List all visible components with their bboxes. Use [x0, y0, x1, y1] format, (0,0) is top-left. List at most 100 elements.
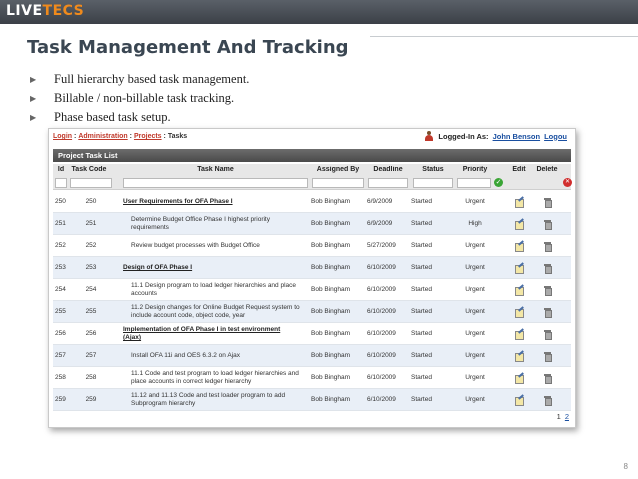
- filter-priority-input[interactable]: [457, 178, 491, 188]
- cell-task-name[interactable]: Implementation of OFA Phase I in test en…: [123, 323, 288, 345]
- delete-button[interactable]: [531, 235, 563, 257]
- edit-button[interactable]: [508, 235, 530, 257]
- cell-task-name[interactable]: Review budget processes with Budget Offi…: [131, 235, 306, 257]
- delete-button[interactable]: [531, 257, 563, 279]
- cell-deadline: 6/10/2009: [367, 286, 396, 293]
- apply-filter-check-icon[interactable]: ✓: [494, 178, 503, 187]
- edit-button[interactable]: [508, 279, 530, 301]
- pagination: 1 2: [557, 412, 569, 421]
- table-title: Project Task List: [53, 149, 571, 162]
- filter-id-input[interactable]: [55, 178, 67, 188]
- edit-icon: [514, 264, 524, 274]
- cell-task-name[interactable]: 11.2 Design changes for Online Budget Re…: [131, 301, 309, 323]
- column-header-id[interactable]: Id: [53, 166, 69, 173]
- cell-status: Started: [411, 330, 432, 337]
- edit-button[interactable]: [508, 257, 530, 279]
- cell-id: 253: [55, 264, 66, 271]
- edit-icon: [514, 308, 524, 318]
- cell-task-name[interactable]: Install OFA 11i and OES 6.3.2 on Ajax: [131, 345, 306, 367]
- edit-icon: [514, 242, 524, 252]
- breadcrumb-projects-link[interactable]: Projects: [134, 133, 162, 140]
- cell-priority: Urgent: [465, 330, 485, 337]
- bullet-arrow-icon: ▶: [30, 75, 37, 84]
- edit-button[interactable]: [508, 389, 530, 411]
- cell-assigned-by: Bob Bingham: [311, 374, 351, 381]
- cell-deadline: 6/9/2009: [367, 198, 393, 205]
- table-row: 253 253 Design of OFA Phase I Bob Bingha…: [53, 257, 571, 279]
- edit-button[interactable]: [508, 301, 530, 323]
- filter-deadline-input[interactable]: [368, 178, 408, 188]
- cell-task-code: 250: [85, 198, 97, 205]
- bullet-arrow-icon: ▶: [30, 113, 37, 122]
- cell-status: Started: [411, 242, 432, 249]
- filter-task-code-input[interactable]: [70, 178, 112, 188]
- cell-task-name[interactable]: 11.12 and 11.13 Code and test loader pro…: [131, 389, 306, 411]
- cell-id: 259: [55, 396, 66, 403]
- delete-button[interactable]: [531, 389, 563, 411]
- cell-priority: Urgent: [465, 374, 485, 381]
- cell-task-name[interactable]: 11.1 Design program to load ledger hiera…: [131, 279, 306, 301]
- cell-deadline: 6/9/2009: [367, 220, 393, 227]
- column-header-task-name[interactable]: Task Name: [123, 166, 308, 173]
- edit-button[interactable]: [508, 213, 530, 235]
- delete-button[interactable]: [531, 367, 563, 389]
- column-header-status[interactable]: Status: [411, 166, 455, 173]
- cell-status: Started: [411, 396, 432, 403]
- edit-button[interactable]: [508, 367, 530, 389]
- cell-assigned-by: Bob Bingham: [311, 352, 351, 359]
- edit-button[interactable]: [508, 323, 530, 345]
- logged-in-label: Logged-In As:: [438, 131, 489, 141]
- edit-button[interactable]: [508, 191, 530, 213]
- breadcrumb-login-link[interactable]: Login: [53, 133, 72, 140]
- clear-filter-x-icon[interactable]: ✕: [563, 178, 572, 187]
- column-header-assigned-by[interactable]: Assigned By: [311, 166, 365, 173]
- cell-id: 256: [55, 330, 66, 337]
- edit-icon: [514, 330, 524, 340]
- trash-icon: [543, 352, 552, 362]
- table-row: 252 252 Review budget processes with Bud…: [53, 235, 571, 257]
- cell-priority: Urgent: [465, 242, 485, 249]
- cell-priority: Urgent: [465, 286, 485, 293]
- cell-task-name[interactable]: Design of OFA Phase I: [123, 257, 308, 279]
- delete-button[interactable]: [531, 213, 563, 235]
- filter-assigned-by-input[interactable]: [312, 178, 364, 188]
- column-header-priority[interactable]: Priority: [455, 166, 495, 173]
- cell-priority: Urgent: [465, 264, 485, 271]
- delete-button[interactable]: [531, 279, 563, 301]
- delete-button[interactable]: [531, 191, 563, 213]
- table-row: 251 251 Determine Budget Office Phase I …: [53, 213, 571, 235]
- edit-button[interactable]: [508, 345, 530, 367]
- cell-task-name[interactable]: 11.1 Code and test program to load ledge…: [131, 367, 309, 389]
- table-row: 257 257 Install OFA 11i and OES 6.3.2 on…: [53, 345, 571, 367]
- table-row: 259 259 11.12 and 11.13 Code and test lo…: [53, 389, 571, 411]
- user-name-link[interactable]: John Benson: [493, 132, 541, 141]
- bullet-item: ▶ Full hierarchy based task management.: [30, 70, 249, 89]
- cell-deadline: 5/27/2009: [367, 242, 396, 249]
- delete-button[interactable]: [531, 323, 563, 345]
- breadcrumb-administration-link[interactable]: Administration: [78, 133, 127, 140]
- cell-task-name[interactable]: Determine Budget Office Phase I highest …: [131, 213, 306, 235]
- table-row: 250 250 User Requirements for OFA Phase …: [53, 191, 571, 213]
- filter-status-input[interactable]: [413, 178, 453, 188]
- title-divider: [370, 36, 638, 37]
- cell-task-code: 251: [85, 220, 97, 227]
- edit-icon: [514, 352, 524, 362]
- filter-task-name-input[interactable]: [123, 178, 308, 188]
- cell-status: Started: [411, 198, 432, 205]
- cell-task-code: 257: [85, 352, 97, 359]
- cell-task-code: 254: [85, 286, 97, 293]
- cell-task-code: 256: [85, 330, 97, 337]
- login-status: Logged-In As: John Benson Logou: [424, 131, 571, 141]
- trash-icon: [543, 264, 552, 274]
- cell-task-code: 255: [85, 308, 97, 315]
- logout-link[interactable]: Logou: [544, 132, 567, 141]
- cell-task-name[interactable]: User Requirements for OFA Phase I: [123, 191, 308, 213]
- page-2-link[interactable]: 2: [565, 412, 569, 421]
- delete-button[interactable]: [531, 301, 563, 323]
- table-row: 254 254 11.1 Design program to load ledg…: [53, 279, 571, 301]
- table-row: 258 258 11.1 Code and test program to lo…: [53, 367, 571, 389]
- column-header-task-code[interactable]: Task Code: [69, 166, 109, 173]
- column-header-deadline[interactable]: Deadline: [366, 166, 410, 173]
- delete-button[interactable]: [531, 345, 563, 367]
- bullet-item: ▶ Billable / non-billable task tracking.: [30, 89, 249, 108]
